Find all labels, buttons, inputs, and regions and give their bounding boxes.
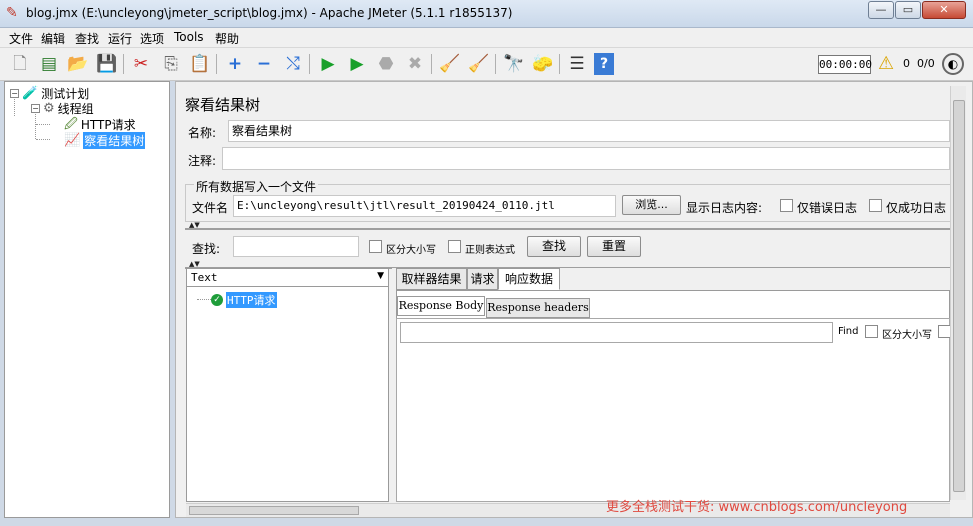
regex-label: 正则表达式 xyxy=(465,245,515,256)
maximize-button[interactable]: ▭ xyxy=(895,1,921,19)
watermark-text: 更多全栈测试干货: www.cnblogs.com/uncleyong xyxy=(606,500,908,515)
menu-help[interactable]: 帮助 xyxy=(215,30,239,47)
test-plan-icon: 🧪 xyxy=(22,85,39,101)
shutdown-icon[interactable]: ✖ xyxy=(403,52,427,76)
success-check-icon: ✓ xyxy=(211,294,223,306)
tab-response-data[interactable]: 响应数据 xyxy=(498,268,560,290)
start-icon[interactable]: ▶ xyxy=(316,52,340,76)
collapse-icon[interactable]: − xyxy=(252,52,276,76)
templates-icon[interactable]: ▤ xyxy=(37,52,61,76)
warning-count: 0 xyxy=(903,57,910,70)
search-label: 查找: xyxy=(192,242,221,256)
errors-only-checkbox[interactable] xyxy=(780,199,793,212)
help-icon[interactable]: ? xyxy=(594,53,614,75)
find-case-label: 区分大小写 xyxy=(882,330,932,341)
search-icon[interactable]: 🔭 xyxy=(502,52,526,76)
expand-icon[interactable]: + xyxy=(223,52,247,76)
name-label: 名称: xyxy=(188,126,217,140)
tree-label-view-results-tree: 察看结果树 xyxy=(83,132,146,149)
open-icon[interactable]: 📂 xyxy=(66,52,90,76)
copy-icon[interactable]: ⎘ xyxy=(159,52,183,76)
function-helper-icon[interactable]: ☰ xyxy=(565,52,589,76)
paste-icon[interactable]: 📋 xyxy=(188,52,212,76)
tree-node-thread-group[interactable]: − ⚙ 线程组 xyxy=(31,100,94,117)
success-only-checkbox[interactable] xyxy=(869,199,882,212)
comment-field[interactable] xyxy=(222,147,950,170)
menu-run[interactable]: 运行 xyxy=(108,30,132,47)
tree-node-http-request[interactable]: 🖉 HTTP请求 xyxy=(64,116,136,133)
result-item[interactable]: ✓ HTTP请求 xyxy=(211,292,277,308)
case-sensitive-label: 区分大小写 xyxy=(386,245,436,256)
renderer-select[interactable]: Text ▼ xyxy=(187,269,388,287)
filename-label: 文件名 xyxy=(192,201,229,215)
start-no-pause-icon[interactable]: ▶ xyxy=(345,52,369,76)
browse-button[interactable]: 浏览... xyxy=(622,195,681,215)
menu-search[interactable]: 查找 xyxy=(75,30,99,47)
response-find-input[interactable] xyxy=(400,322,833,343)
stop-icon[interactable]: ⬣ xyxy=(374,52,398,76)
tab-sampler-result[interactable]: 取样器结果 xyxy=(396,268,467,290)
splitter-bar[interactable] xyxy=(185,228,951,230)
response-body-panel: Find 区分大小写 xyxy=(396,318,951,502)
new-icon[interactable]: 🗋 xyxy=(8,52,32,76)
minimize-button[interactable]: — xyxy=(868,1,894,19)
result-detail-area: 取样器结果 请求 响应数据 Response Body Response hea… xyxy=(392,268,951,502)
scrollbar-thumb[interactable] xyxy=(189,506,359,515)
errors-only-label: 仅错误日志 xyxy=(797,201,858,215)
warning-icon[interactable]: ⚠ xyxy=(878,53,894,75)
menu-options[interactable]: 选项 xyxy=(140,30,164,47)
regex-checkbox[interactable] xyxy=(448,240,461,253)
clear-icon[interactable]: 🧹 xyxy=(438,52,462,76)
tree-label-thread-group: 线程组 xyxy=(57,102,94,116)
remote-status-icon: ◐ xyxy=(942,53,964,75)
test-plan-tree: − 🧪 测试计划 − ⚙ 线程组 🖉 HTTP请求 📈 察看结果树 xyxy=(4,81,170,518)
search-input[interactable] xyxy=(233,236,359,257)
collapse-toggle-icon[interactable]: − xyxy=(31,104,40,113)
scrollbar-thumb[interactable] xyxy=(953,100,965,492)
find-case-checkbox[interactable] xyxy=(865,325,878,338)
panel-title: 察看结果树 xyxy=(185,96,261,114)
success-only-label: 仅成功日志 xyxy=(886,201,947,215)
listener-graph-icon: 📈 xyxy=(64,132,81,148)
write-all-label: 所有数据写入一个文件 xyxy=(194,178,319,195)
filename-field[interactable]: E:\uncleyong\result\jtl\result_20190424_… xyxy=(233,195,616,217)
log-display-label: 显示日志内容: xyxy=(686,201,763,215)
case-sensitive-checkbox[interactable] xyxy=(369,240,382,253)
clear-all-icon[interactable]: 🧹 xyxy=(467,52,491,76)
menu-file[interactable]: 文件 xyxy=(9,30,33,47)
collapse-toggle-icon[interactable]: − xyxy=(10,89,19,98)
window-title: blog.jmx (E:\uncleyong\jmeter_script\blo… xyxy=(26,6,513,20)
vertical-scrollbar[interactable] xyxy=(950,86,966,500)
tab-request[interactable]: 请求 xyxy=(467,268,498,290)
jmeter-feather-icon: ✎ xyxy=(6,5,18,21)
find-label: Find xyxy=(838,326,859,337)
toggle-icon[interactable]: ⤭ xyxy=(281,52,305,76)
results-list: Text ▼ ✓ HTTP请求 xyxy=(186,268,389,502)
tree-node-view-results-tree[interactable]: 📈 察看结果树 xyxy=(64,132,146,149)
subtab-response-headers[interactable]: Response headers xyxy=(486,298,590,318)
menu-bar: 文件 编辑 查找 运行 选项 Tools 帮助 xyxy=(0,28,973,48)
cut-icon[interactable]: ✂ xyxy=(129,52,153,76)
comment-label: 注释: xyxy=(188,154,217,168)
thread-group-gear-icon: ⚙ xyxy=(43,100,55,116)
subtab-response-body[interactable]: Response Body xyxy=(397,296,485,316)
renderer-value: Text xyxy=(191,271,218,284)
active-threads: 0/0 xyxy=(917,57,935,70)
close-button[interactable]: ✕ xyxy=(922,1,966,19)
save-icon[interactable]: 💾 xyxy=(95,52,119,76)
chevron-down-icon: ▼ xyxy=(377,271,384,281)
toolbar: 🗋 ▤ 📂 💾 ✂ ⎘ 📋 + − ⤭ ▶ ▶ ⬣ ✖ 🧹 🧹 🔭 🧽 ☰ ? … xyxy=(0,48,973,81)
name-field[interactable]: 察看结果树 xyxy=(228,120,950,142)
sampler-pipette-icon: 🖉 xyxy=(64,116,78,132)
search-button[interactable]: 查找 xyxy=(527,236,581,257)
title-bar: ✎ blog.jmx (E:\uncleyong\jmeter_script\b… xyxy=(0,0,973,28)
menu-tools[interactable]: Tools xyxy=(174,30,204,44)
tree-label-http-request: HTTP请求 xyxy=(80,118,136,132)
menu-edit[interactable]: 编辑 xyxy=(41,30,65,47)
reset-search-icon[interactable]: 🧽 xyxy=(531,52,555,76)
result-item-label: HTTP请求 xyxy=(226,292,277,308)
reset-button[interactable]: 重置 xyxy=(587,236,641,257)
elapsed-timer: 00:00:00 xyxy=(818,55,872,74)
